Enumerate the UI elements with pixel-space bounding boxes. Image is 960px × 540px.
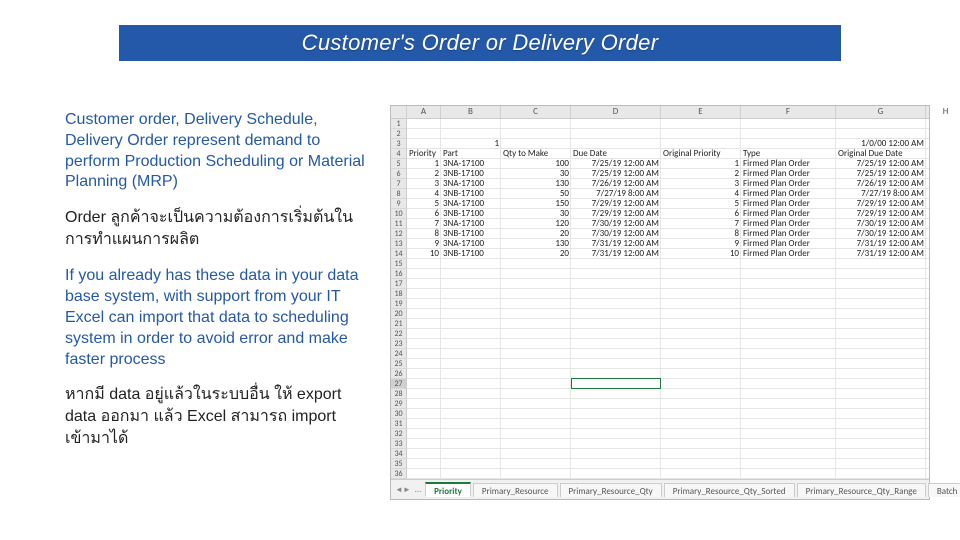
row-header[interactable]: 8 — [391, 189, 407, 199]
body-text-block: Customer order, Delivery Schedule, Deliv… — [65, 110, 365, 449]
row-header[interactable]: 7 — [391, 179, 407, 189]
table-row: 83NB-17100207/30/19 12:00 AM8Firmed Plan… — [407, 229, 929, 239]
table-row: 33NA-171001307/26/19 12:00 AM3Firmed Pla… — [407, 179, 929, 189]
row-header[interactable]: 31 — [391, 419, 407, 429]
row-header[interactable]: 26 — [391, 369, 407, 379]
col-header-C[interactable]: C — [501, 106, 571, 118]
row-header[interactable]: 13 — [391, 239, 407, 249]
paragraph-1: Customer order, Delivery Schedule, Deliv… — [65, 110, 365, 193]
cell[interactable]: 7 — [661, 219, 741, 229]
sheet-tab[interactable]: Primary_Resource — [473, 483, 558, 497]
row-header[interactable]: 18 — [391, 289, 407, 299]
row-header[interactable]: 24 — [391, 349, 407, 359]
sheet-tab[interactable]: Primary_Resource_Qty_Sorted — [664, 483, 795, 497]
cell[interactable]: 8 — [661, 229, 741, 239]
row-header[interactable]: 11 — [391, 219, 407, 229]
row-header[interactable]: 32 — [391, 429, 407, 439]
table-row: 43NB-17100507/27/19 8:00 AM4Firmed Plan … — [407, 189, 929, 199]
header-cell[interactable]: Original Priority — [661, 149, 741, 159]
column-header-row: ABCDEFGH — [391, 106, 929, 119]
row-header[interactable]: 5 — [391, 159, 407, 169]
tab-nav-prev-icon[interactable]: ◄ — [395, 483, 403, 497]
table-row: 53NA-171001507/29/19 12:00 AM5Firmed Pla… — [407, 199, 929, 209]
col-header-D[interactable]: D — [571, 106, 661, 118]
cell[interactable]: 3 — [661, 179, 741, 189]
row-header-col: 1234567891011121314151617181920212223242… — [391, 119, 407, 479]
tab-nav-next-icon[interactable]: ► — [403, 483, 411, 497]
col-header-F[interactable]: F — [741, 106, 836, 118]
active-cell-outline — [571, 378, 661, 389]
row-header[interactable]: 4 — [391, 149, 407, 159]
row-header[interactable]: 10 — [391, 209, 407, 219]
row-header[interactable]: 27 — [391, 379, 407, 389]
col-header-H[interactable]: H — [926, 106, 960, 118]
row-header[interactable]: 6 — [391, 169, 407, 179]
table-row: 93NA-171001307/31/19 12:00 AM9Firmed Pla… — [407, 239, 929, 249]
cell-grid[interactable]: 11/0/00 12:00 AMPriorityPartQty to MakeD… — [407, 119, 929, 479]
sheet-tab[interactable]: Batch — [928, 483, 960, 497]
table-row: 103NB-17100207/31/19 12:00 AM10Firmed Pl… — [407, 249, 929, 259]
row-header[interactable]: 15 — [391, 259, 407, 269]
tab-overflow-indicator: … — [411, 484, 425, 495]
cell[interactable]: 3NB-17100 — [441, 249, 501, 259]
row-header[interactable]: 12 — [391, 229, 407, 239]
row-header[interactable]: 25 — [391, 359, 407, 369]
col-header-G[interactable]: G — [836, 106, 926, 118]
sheet-tab[interactable]: Primary_Resource_Qty — [560, 483, 662, 497]
table-row: 73NA-171001207/30/19 12:00 AM7Firmed Pla… — [407, 219, 929, 229]
col-header-B[interactable]: B — [441, 106, 501, 118]
cell[interactable]: 2 — [661, 169, 741, 179]
row-header[interactable]: 19 — [391, 299, 407, 309]
table-header-row: PriorityPartQty to MakeDue DateOriginal … — [407, 149, 929, 159]
paragraph-4: หากมี data อยู่แล้วในระบบอื่น ให้ export… — [65, 384, 365, 449]
cell[interactable]: 7/31/19 12:00 AM — [571, 249, 661, 259]
row-header[interactable]: 1 — [391, 119, 407, 129]
cell[interactable]: 20 — [501, 249, 571, 259]
paragraph-2: Order ลูกค้าจะเป็นความต้องการเริ่มต้นในก… — [65, 207, 365, 250]
spreadsheet[interactable]: ABCDEFGH 1234567891011121314151617181920… — [390, 105, 930, 500]
table-row: 63NB-17100307/29/19 12:00 AM6Firmed Plan… — [407, 209, 929, 219]
row-header[interactable]: 34 — [391, 449, 407, 459]
row-header[interactable]: 3 — [391, 139, 407, 149]
row-header[interactable]: 20 — [391, 309, 407, 319]
sheet-tab[interactable]: Priority — [425, 482, 471, 497]
cell[interactable]: Firmed Plan Order — [741, 249, 836, 259]
cell[interactable]: 1 — [661, 159, 741, 169]
row-header[interactable]: 30 — [391, 409, 407, 419]
row-header[interactable]: 9 — [391, 199, 407, 209]
row-header[interactable]: 35 — [391, 459, 407, 469]
table-row: 13NA-171001007/25/19 12:00 AM1Firmed Pla… — [407, 159, 929, 169]
slide-title: Customer's Order or Delivery Order — [119, 25, 841, 61]
cell[interactable]: 7/31/19 12:00 AM — [836, 249, 926, 259]
row-header[interactable]: 2 — [391, 129, 407, 139]
row-header[interactable]: 22 — [391, 329, 407, 339]
row-header[interactable]: 28 — [391, 389, 407, 399]
row-header[interactable]: 21 — [391, 319, 407, 329]
row-header[interactable]: 17 — [391, 279, 407, 289]
row-header[interactable]: 33 — [391, 439, 407, 449]
sheet-tab[interactable]: Primary_Resource_Qty_Range — [797, 483, 926, 497]
row-header[interactable]: 29 — [391, 399, 407, 409]
cell[interactable]: 9 — [661, 239, 741, 249]
paragraph-3: If you already has these data in your da… — [65, 266, 365, 370]
row-header[interactable]: 14 — [391, 249, 407, 259]
cell[interactable]: 10 — [407, 249, 441, 259]
cell[interactable]: 6 — [661, 209, 741, 219]
table-row: 23NB-17100307/25/19 12:00 AM2Firmed Plan… — [407, 169, 929, 179]
cell[interactable]: 10 — [661, 249, 741, 259]
col-header-E[interactable]: E — [661, 106, 741, 118]
sheet-tab-strip: ◄ ► … PriorityPrimary_ResourcePrimary_Re… — [391, 479, 929, 499]
row-header[interactable]: 23 — [391, 339, 407, 349]
row-header[interactable]: 36 — [391, 469, 407, 479]
cell[interactable]: 4 — [661, 189, 741, 199]
cell[interactable]: 5 — [661, 199, 741, 209]
row-header[interactable]: 16 — [391, 269, 407, 279]
col-header-A[interactable]: A — [407, 106, 441, 118]
